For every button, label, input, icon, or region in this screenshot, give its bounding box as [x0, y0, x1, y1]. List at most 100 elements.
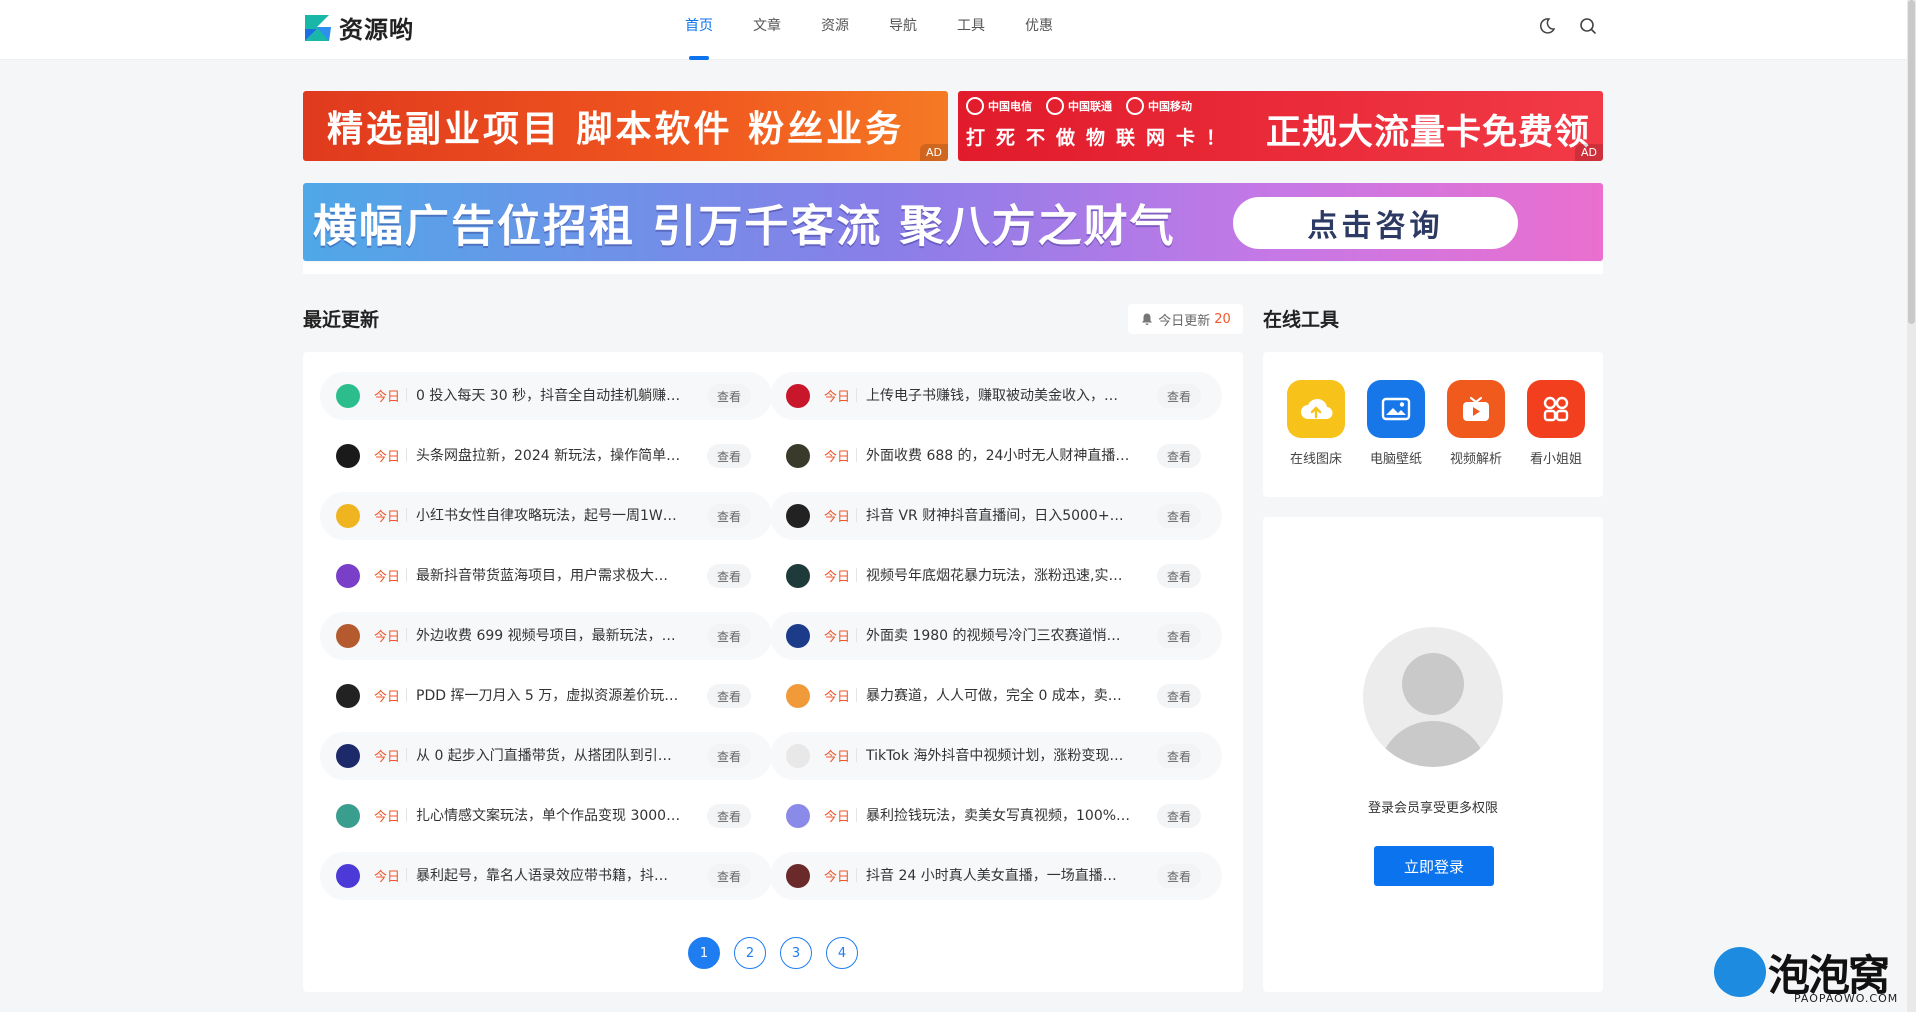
post-title-link[interactable]: 扎心情感文案玩法，单个作品变现 3000… [416, 805, 688, 825]
post-thumbnail[interactable] [336, 804, 360, 828]
post-title-link[interactable]: 最新抖音带货蓝海项目，用户需求极大… [416, 565, 688, 585]
list-item[interactable]: 今日 暴利捡钱玩法，卖美女写真视频，100%… 查看 [770, 792, 1222, 840]
view-button[interactable]: 查看 [1157, 624, 1201, 648]
view-button[interactable]: 查看 [707, 804, 751, 828]
post-thumbnail[interactable] [786, 864, 810, 888]
list-item[interactable]: 今日 外边收费 699 视频号项目，最新玩法，… 查看 [320, 612, 772, 660]
list-item[interactable]: 今日 上传电子书赚钱，赚取被动美金收入，… 查看 [770, 372, 1222, 420]
post-thumbnail[interactable] [336, 384, 360, 408]
tool-wallpaper[interactable]: 电脑壁纸 [1361, 380, 1431, 467]
ad-banner-text: 横幅广告位招租 引万千客流 聚八方之财气 [313, 201, 1176, 252]
ad-banner-side-business[interactable]: 精选副业项目 脚本软件 粉丝业务 AD [303, 91, 948, 161]
list-item[interactable]: 今日 暴力赛道，人人可做，完全 0 成本，卖… 查看 [770, 672, 1222, 720]
post-title-link[interactable]: 外边收费 699 视频号项目，最新玩法，… [416, 625, 688, 645]
view-button[interactable]: 查看 [1157, 444, 1201, 468]
view-button[interactable]: 查看 [707, 384, 751, 408]
ad-banner-sim-card[interactable]: 中国电信 中国联通 中国移动 打死不做物联网卡！ 正规大流量卡免费领 AD [958, 91, 1603, 161]
post-title-link[interactable]: 从 0 起步入门直播带货，从搭团队到引… [416, 745, 688, 765]
tool-label: 在线图床 [1289, 452, 1342, 467]
view-button[interactable]: 查看 [707, 864, 751, 888]
post-title-link[interactable]: 抖音 24 小时真人美女直播，一场直播… [866, 865, 1138, 885]
ad-consult-button[interactable]: 点击咨询 [1233, 197, 1518, 249]
list-item[interactable]: 今日 抖音 VR 财神抖音直播间，日入5000+… 查看 [770, 492, 1222, 540]
list-item[interactable]: 今日 视频号年底烟花暴力玩法，涨粉迅速,实… 查看 [770, 552, 1222, 600]
view-button[interactable]: 查看 [1157, 504, 1201, 528]
login-button[interactable]: 立即登录 [1374, 846, 1494, 886]
post-thumbnail[interactable] [336, 744, 360, 768]
post-title-link[interactable]: PDD 挥一刀月入 5 万，虚拟资源差价玩… [416, 685, 688, 705]
list-item[interactable]: 今日从 0 起步入门直播带货，从搭团队到引… 查看 [320, 732, 772, 780]
post-thumbnail[interactable] [336, 624, 360, 648]
view-button[interactable]: 查看 [707, 684, 751, 708]
list-item[interactable]: 今日 外面卖 1980 的视频号冷门三农赛道悄… 查看 [770, 612, 1222, 660]
login-prompt: 登录会员享受更多权限 [1367, 801, 1498, 816]
page-3-button[interactable]: 3 [780, 937, 812, 969]
watermark-bubble-icon [1714, 947, 1766, 997]
page-2-button[interactable]: 2 [734, 937, 766, 969]
dark-mode-moon-icon[interactable] [1537, 16, 1557, 36]
nav-deals[interactable]: 优惠 [1005, 0, 1073, 60]
view-button[interactable]: 查看 [1157, 744, 1201, 768]
view-button[interactable]: 查看 [707, 564, 751, 588]
post-title-link[interactable]: 上传电子书赚钱，赚取被动美金收入，… [866, 385, 1138, 405]
post-thumbnail[interactable] [786, 384, 810, 408]
post-title-link[interactable]: 0 投入每天 30 秒，抖音全自动挂机躺赚… [416, 385, 688, 405]
list-item[interactable]: 今日 头条网盘拉新，2024 新玩法，操作简单… 查看 [320, 432, 772, 480]
page-4-button[interactable]: 4 [826, 937, 858, 969]
site-logo[interactable]: 资源哟 [303, 10, 414, 45]
view-button[interactable]: 查看 [1157, 804, 1201, 828]
view-button[interactable]: 查看 [1157, 564, 1201, 588]
post-thumbnail[interactable] [336, 564, 360, 588]
list-item[interactable]: 今日 外面收费 688 的，24小时无人财神直播… 查看 [770, 432, 1222, 480]
post-thumbnail[interactable] [336, 444, 360, 468]
scrollbar-thumb[interactable] [1908, 0, 1915, 324]
post-thumbnail[interactable] [786, 684, 810, 708]
post-title-link[interactable]: 外面收费 688 的，24小时无人财神直播… [866, 445, 1138, 465]
list-item[interactable]: 今日 扎心情感文案玩法，单个作品变现 3000… 查看 [320, 792, 772, 840]
view-button[interactable]: 查看 [707, 504, 751, 528]
post-title-link[interactable]: 暴利捡钱玩法，卖美女写真视频，100%… [866, 805, 1138, 825]
tool-image-host[interactable]: 在线图床 [1281, 380, 1351, 467]
view-button[interactable]: 查看 [1157, 684, 1201, 708]
post-title-link[interactable]: 小红书女性自律攻略玩法，起号一周1W… [416, 505, 688, 525]
view-button[interactable]: 查看 [1157, 384, 1201, 408]
view-button[interactable]: 查看 [707, 744, 751, 768]
post-thumbnail[interactable] [336, 684, 360, 708]
list-item[interactable]: 今日 0 投入每天 30 秒，抖音全自动挂机躺赚… 查看 [320, 372, 772, 420]
post-thumbnail[interactable] [786, 564, 810, 588]
list-item[interactable]: 今日 抖音 24 小时真人美女直播，一场直播… 查看 [770, 852, 1222, 900]
post-thumbnail[interactable] [336, 504, 360, 528]
post-thumbnail[interactable] [786, 804, 810, 828]
search-icon[interactable] [1578, 16, 1598, 36]
nav-articles[interactable]: 文章 [733, 0, 801, 60]
post-thumbnail[interactable] [336, 864, 360, 888]
list-item[interactable]: 今日 PDD 挥一刀月入 5 万，虚拟资源差价玩… 查看 [320, 672, 772, 720]
post-title-link[interactable]: 抖音 VR 财神抖音直播间，日入5000+… [866, 505, 1138, 525]
list-item[interactable]: 今日 TikTok 海外抖音中视频计划，涨粉变现… 查看 [770, 732, 1222, 780]
post-title-link[interactable]: TikTok 海外抖音中视频计划，涨粉变现… [866, 745, 1138, 765]
nav-tools[interactable]: 工具 [937, 0, 1005, 60]
page-1-button[interactable]: 1 [688, 937, 720, 969]
post-title-link[interactable]: 头条网盘拉新，2024 新玩法，操作简单… [416, 445, 688, 465]
tool-beauty-videos[interactable]: 看小姐姐 [1521, 380, 1591, 467]
view-button[interactable]: 查看 [707, 444, 751, 468]
post-thumbnail[interactable] [786, 444, 810, 468]
tool-video-parser[interactable]: 视频解析 [1441, 380, 1511, 467]
nav-navigation[interactable]: 导航 [869, 0, 937, 60]
post-thumbnail[interactable] [786, 744, 810, 768]
view-button[interactable]: 查看 [707, 624, 751, 648]
list-item[interactable]: 今日 最新抖音带货蓝海项目，用户需求极大… 查看 [320, 552, 772, 600]
post-title-link[interactable]: 外面卖 1980 的视频号冷门三农赛道悄… [866, 625, 1138, 645]
post-thumbnail[interactable] [786, 504, 810, 528]
post-title-link[interactable]: 视频号年底烟花暴力玩法，涨粉迅速,实… [866, 565, 1138, 585]
list-item[interactable]: 今日 小红书女性自律攻略玩法，起号一周1W… 查看 [320, 492, 772, 540]
ad-banner-for-rent[interactable]: 横幅广告位招租 引万千客流 聚八方之财气 点击咨询 [303, 183, 1603, 261]
page-scrollbar[interactable] [1907, 0, 1916, 1012]
nav-resources[interactable]: 资源 [801, 0, 869, 60]
nav-home[interactable]: 首页 [665, 0, 733, 60]
list-item[interactable]: 今日 暴利起号，靠名人语录效应带书籍，抖… 查看 [320, 852, 772, 900]
post-title-link[interactable]: 暴利起号，靠名人语录效应带书籍，抖… [416, 865, 688, 885]
post-thumbnail[interactable] [786, 624, 810, 648]
post-title-link[interactable]: 暴力赛道，人人可做，完全 0 成本，卖… [866, 685, 1138, 705]
view-button[interactable]: 查看 [1157, 864, 1201, 888]
